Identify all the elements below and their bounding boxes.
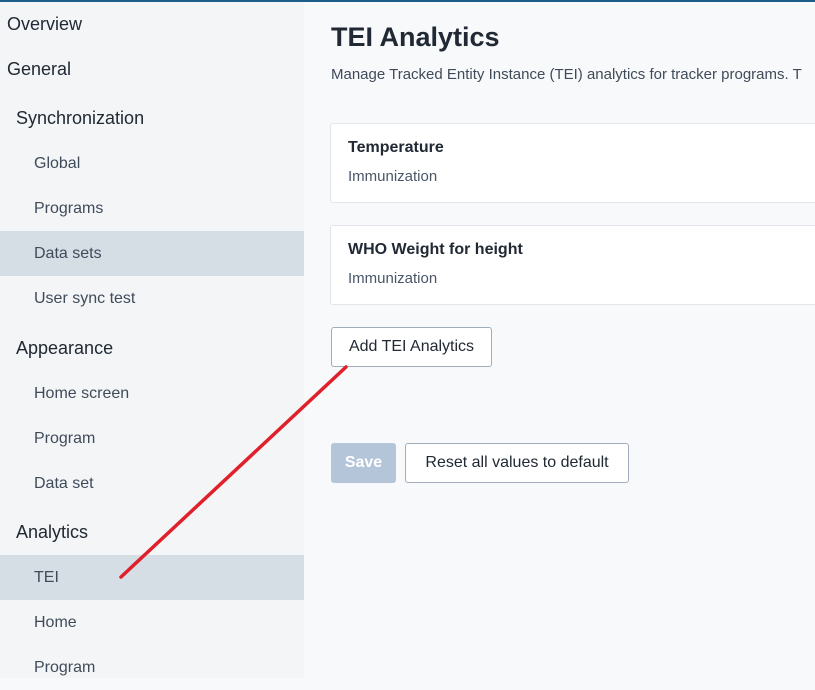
page-description: Manage Tracked Entity Instance (TEI) ana…: [331, 66, 802, 83]
sidebar-section-appearance: Appearance: [16, 338, 114, 358]
sidebar-item-user-sync-test[interactable]: User sync test: [0, 276, 304, 321]
sidebar-item-home[interactable]: Home: [0, 600, 304, 645]
sidebar-item-program-analytics[interactable]: Program: [0, 645, 304, 690]
tei-analytics-card[interactable]: Temperature Immunization: [330, 123, 815, 203]
page-title: TEI Analytics: [331, 22, 500, 52]
card-subtitle: Immunization: [348, 168, 438, 185]
sidebar-section-synchronization: Synchronization: [16, 108, 145, 128]
card-title: WHO Weight for height: [348, 241, 523, 258]
sidebar-item-data-sets[interactable]: Data sets: [0, 231, 304, 276]
sidebar-item-home-screen[interactable]: Home screen: [0, 371, 304, 416]
sidebar-item-global[interactable]: Global: [0, 141, 304, 186]
main-content: TEI Analytics Manage Tracked Entity Inst…: [304, 2, 815, 678]
sidebar-section-analytics: Analytics: [16, 522, 89, 542]
card-subtitle: Immunization: [348, 270, 438, 287]
sidebar-item-programs[interactable]: Programs: [0, 186, 304, 231]
card-title: Temperature: [348, 139, 444, 156]
sidebar-item-program-appearance[interactable]: Program: [0, 416, 304, 461]
sidebar-item-data-set[interactable]: Data set: [0, 461, 304, 506]
sidebar-item-overview[interactable]: Overview: [0, 2, 304, 47]
sidebar-item-tei[interactable]: TEI: [0, 555, 304, 600]
sidebar-item-general[interactable]: General: [0, 47, 304, 92]
save-button[interactable]: Save: [331, 443, 396, 483]
add-tei-analytics-button[interactable]: Add TEI Analytics: [331, 327, 492, 367]
sidebar: Overview General Synchronization Global …: [0, 2, 304, 678]
reset-defaults-button[interactable]: Reset all values to default: [405, 443, 629, 483]
tei-analytics-card[interactable]: WHO Weight for height Immunization: [330, 225, 815, 305]
